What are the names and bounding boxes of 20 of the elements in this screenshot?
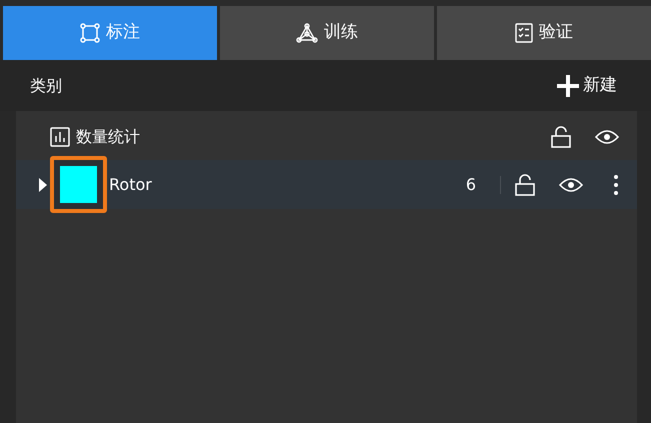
tab[interactable]: 标注 xyxy=(3,6,217,60)
plus-icon xyxy=(555,72,581,98)
unlock-icon[interactable] xyxy=(515,174,535,196)
color-swatch[interactable] xyxy=(60,166,97,203)
bounding-box-icon xyxy=(80,23,100,43)
checklist-icon xyxy=(515,23,533,43)
more-icon[interactable] xyxy=(613,174,619,196)
statistics-label[interactable]: 数量统计 xyxy=(76,125,140,149)
bar-chart-icon xyxy=(50,127,70,147)
eye-icon[interactable] xyxy=(595,129,619,145)
network-triangle-icon xyxy=(296,23,318,43)
tab[interactable]: 训练 xyxy=(220,6,434,60)
tab[interactable]: 验证 xyxy=(437,6,651,60)
caret-right-icon[interactable] xyxy=(38,178,48,192)
eye-icon[interactable] xyxy=(559,176,583,192)
count-label: 6 xyxy=(466,174,476,196)
category-name: Rotor xyxy=(109,174,152,196)
unlock-icon[interactable] xyxy=(551,126,571,148)
category-title: 类别 xyxy=(30,74,62,96)
new-button[interactable]: 新建 xyxy=(555,72,617,98)
